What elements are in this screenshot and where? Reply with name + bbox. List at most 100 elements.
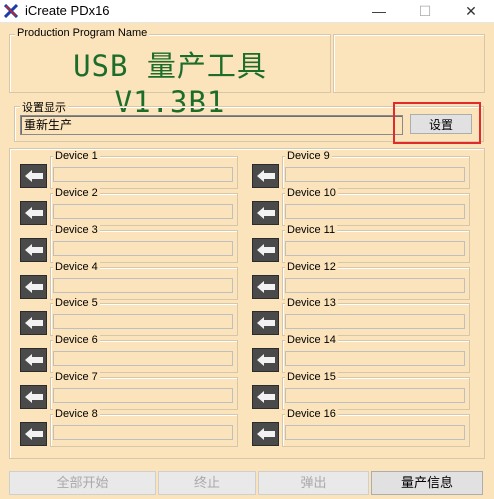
device-eject-button[interactable] [20,237,47,262]
device-status-field [53,277,233,293]
device-label: Device 15 [285,371,338,384]
device-slot: Device 5 [20,297,238,337]
device-status-field [53,314,233,330]
arrow-left-icon [257,280,275,293]
device-frame: Device 1 [50,150,238,189]
device-label: Device 6 [53,334,100,347]
device-frame: Device 7 [50,371,238,411]
device-slot: Device 9 [252,150,470,189]
device-slot: Device 15 [252,371,470,411]
program-name-group: Production Program Name USB 量产工具 V1.3B1 [9,27,331,119]
arrow-left-icon [257,206,275,219]
device-eject-button[interactable] [252,274,279,299]
stop-button[interactable]: 终止 [158,471,256,495]
close-icon: ✕ [465,3,477,19]
device-eject-button[interactable] [252,200,279,225]
arrow-left-icon [25,354,43,367]
production-info-button[interactable]: 量产信息 [371,471,483,495]
device-status-field [285,424,465,440]
arrow-left-icon [25,317,43,330]
device-status-field [285,351,465,367]
arrow-left-icon [257,243,275,256]
device-eject-button[interactable] [20,348,47,373]
device-label: Device 13 [285,297,338,310]
device-label: Device 16 [285,407,338,420]
device-label: Device 14 [285,334,338,347]
start-all-button[interactable]: 全部开始 [9,471,156,495]
device-slot: Device 4 [20,260,238,300]
program-group-label: Production Program Name [15,27,150,39]
device-frame: Device 11 [282,223,470,263]
device-eject-button[interactable] [252,311,279,336]
app-icon [4,4,18,18]
device-frame: Device 15 [282,371,470,411]
device-status-field [285,388,465,404]
device-label: Device 9 [285,150,332,162]
close-button[interactable]: ✕ [448,0,494,22]
device-eject-button[interactable] [20,421,47,446]
device-eject-button[interactable] [20,385,47,410]
arrow-left-icon [257,354,275,367]
title-bar: iCreate PDx16 — ☐ ✕ [0,0,494,23]
device-status-field [285,203,465,219]
arrow-left-icon [25,391,43,404]
arrow-left-icon [257,317,275,330]
device-label: Device 5 [53,297,100,310]
device-status-field [285,240,465,256]
device-label: Device 7 [53,371,100,384]
maximize-button[interactable]: ☐ [402,0,448,22]
device-status-field [285,277,465,293]
device-label: Device 12 [285,260,338,273]
device-slot: Device 10 [252,186,470,226]
device-label: Device 10 [285,186,338,199]
device-frame: Device 3 [50,223,238,263]
device-status-field [53,351,233,367]
arrow-left-icon [257,170,275,182]
device-eject-button[interactable] [20,274,47,299]
device-slot: Device 16 [252,407,470,447]
minimize-icon: — [372,3,386,19]
device-eject-button[interactable] [20,164,47,188]
device-eject-button[interactable] [20,311,47,336]
highlight-box [393,102,481,144]
device-slot: Device 8 [20,407,238,447]
eject-button[interactable]: 弹出 [258,471,369,495]
arrow-left-icon [25,206,43,219]
arrow-left-icon [257,391,275,404]
device-frame: Device 9 [282,150,470,189]
device-slot: Device 1 [20,150,238,189]
device-slot: Device 3 [20,223,238,263]
minimize-button[interactable]: — [356,0,402,22]
device-frame: Device 13 [282,297,470,337]
device-slot: Device 13 [252,297,470,337]
device-status-field [53,424,233,440]
device-frame: Device 12 [282,260,470,300]
device-status-field [53,240,233,256]
side-panel [333,34,485,93]
device-frame: Device 4 [50,260,238,300]
device-label: Device 8 [53,407,100,420]
device-slot: Device 6 [20,334,238,374]
device-status-field [285,314,465,330]
device-eject-button[interactable] [252,348,279,373]
device-status-field [285,167,465,182]
device-eject-button[interactable] [20,200,47,225]
device-frame: Device 2 [50,186,238,226]
device-frame: Device 6 [50,334,238,374]
device-eject-button[interactable] [252,237,279,262]
device-label: Device 4 [53,260,100,273]
device-frame: Device 8 [50,407,238,447]
maximize-icon: ☐ [418,3,432,19]
device-eject-button[interactable] [252,421,279,446]
device-frame: Device 5 [50,297,238,337]
device-frame: Device 14 [282,334,470,374]
device-eject-button[interactable] [252,164,279,188]
device-slot: Device 14 [252,334,470,374]
device-eject-button[interactable] [252,385,279,410]
device-slot: Device 11 [252,223,470,263]
device-label: Device 3 [53,223,100,236]
arrow-left-icon [25,280,43,293]
arrow-left-icon [25,427,43,440]
device-label: Device 1 [53,150,100,162]
arrow-left-icon [25,243,43,256]
